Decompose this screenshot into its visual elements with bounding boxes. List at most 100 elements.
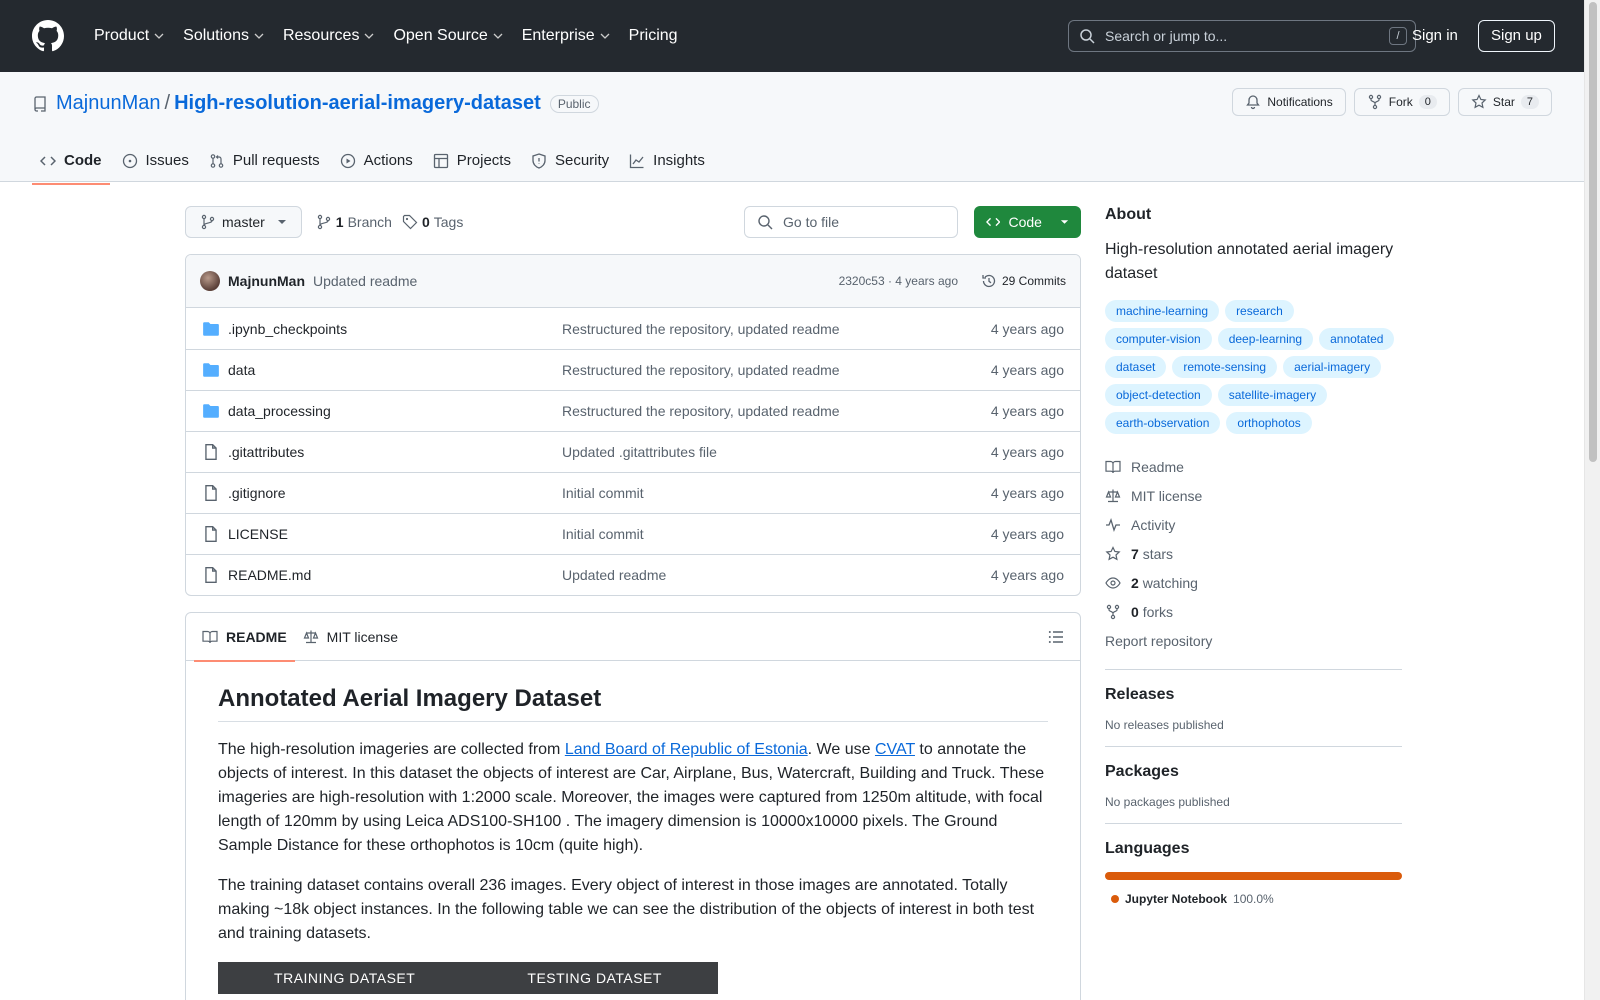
releases-heading[interactable]: Releases: [1105, 686, 1402, 704]
nav-product[interactable]: Product: [86, 19, 173, 53]
stars-link[interactable]: 7 stars: [1105, 539, 1402, 568]
language-color-dot: [1111, 895, 1119, 903]
nav-resources[interactable]: Resources: [275, 19, 383, 53]
go-to-file-input[interactable]: Go to file: [744, 206, 958, 238]
file-commit-link[interactable]: Restructured the repository, updated rea…: [562, 362, 840, 378]
commit-author-link[interactable]: MajnunMan: [228, 273, 305, 289]
sign-up-button[interactable]: Sign up: [1478, 20, 1555, 52]
file-row[interactable]: data_processing Restructured the reposito…: [186, 390, 1080, 431]
license-link[interactable]: MIT license: [1105, 481, 1402, 510]
branches-link[interactable]: 1 Branch: [316, 214, 392, 230]
dataset-table-header: TRAINING DATASET TESTING DATASET: [218, 962, 718, 994]
code-button[interactable]: Code: [974, 206, 1081, 238]
tag-icon: [402, 214, 418, 230]
go-to-file-placeholder: Go to file: [783, 214, 840, 230]
readme-link[interactable]: Readme: [1105, 452, 1402, 481]
star-icon: [1105, 545, 1121, 560]
table-icon: [433, 153, 448, 168]
nav-pricing[interactable]: Pricing: [621, 19, 686, 53]
file-name-link[interactable]: .gitignore: [228, 485, 286, 501]
fork-button[interactable]: Fork 0: [1353, 88, 1450, 116]
file-row[interactable]: data Restructured the repository, updated…: [186, 349, 1080, 390]
page-scrollbar[interactable]: [1584, 0, 1600, 1000]
about-heading: About: [1105, 206, 1152, 223]
license-link-label: MIT license: [1131, 487, 1203, 504]
topic-tag[interactable]: satellite-imagery: [1217, 384, 1328, 406]
land-board-link[interactable]: Land Board of Republic of Estonia: [565, 741, 808, 758]
list-icon[interactable]: [1048, 629, 1064, 645]
tab-license[interactable]: MIT license: [295, 613, 406, 661]
topic-tag[interactable]: earth-observation: [1105, 412, 1221, 434]
tab-actions[interactable]: Actions: [332, 146, 421, 181]
caret-down-icon: [1060, 220, 1069, 224]
search-placeholder: Search or jump to...: [1105, 28, 1228, 44]
file-name-link[interactable]: README.md: [228, 567, 311, 583]
watchers-link[interactable]: 2 watching: [1105, 568, 1402, 597]
tags-link[interactable]: 0 Tags: [402, 214, 463, 230]
star-button[interactable]: Star 7: [1457, 88, 1552, 116]
nav-open-source[interactable]: Open Source: [385, 19, 511, 53]
file-commit-link[interactable]: Updated readme: [562, 567, 666, 583]
file-row[interactable]: .ipynb_checkpoints Restructured the repos…: [186, 308, 1080, 349]
readme-content: Annotated Aerial Imagery Dataset The hig…: [186, 661, 1080, 1000]
file-icon: [205, 526, 217, 542]
packages-heading[interactable]: Packages: [1105, 763, 1402, 781]
topic-tag[interactable]: machine-learning: [1105, 300, 1220, 322]
file-row[interactable]: .gitattributes Updated .gitattributes fil…: [186, 431, 1080, 472]
report-repository-link[interactable]: Report repository: [1105, 626, 1402, 655]
repo-name-link[interactable]: High-resolution-aerial-imagery-dataset: [174, 92, 541, 115]
activity-link[interactable]: Activity: [1105, 510, 1402, 539]
topic-tag[interactable]: deep-learning: [1217, 328, 1314, 350]
topic-tag[interactable]: object-detection: [1105, 384, 1212, 406]
notifications-button[interactable]: Notifications: [1232, 88, 1346, 116]
branch-name: master: [222, 214, 265, 230]
file-row[interactable]: LICENSE Initial commit 4 years ago: [186, 513, 1080, 554]
commit-message-link[interactable]: Updated readme: [313, 273, 417, 289]
stars-count: 7: [1131, 545, 1139, 562]
global-search-input[interactable]: Search or jump to... /: [1068, 20, 1416, 52]
file-name-link[interactable]: .gitattributes: [228, 444, 304, 460]
file-name-link[interactable]: data: [228, 362, 255, 378]
language-item[interactable]: Jupyter Notebook 100.0%: [1111, 892, 1402, 906]
sign-in-link[interactable]: Sign in: [1412, 25, 1458, 46]
topic-tag[interactable]: aerial-imagery: [1283, 356, 1382, 378]
file-commit-link[interactable]: Restructured the repository, updated rea…: [562, 403, 840, 419]
testing-dataset-header: TESTING DATASET: [527, 970, 662, 986]
topic-tag[interactable]: dataset: [1105, 356, 1167, 378]
commit-hash-age[interactable]: 2320c53 · 4 years ago: [839, 274, 958, 288]
file-name-link[interactable]: .ipynb_checkpoints: [228, 321, 347, 337]
scrollbar-thumb[interactable]: [1589, 2, 1597, 462]
tab-issues[interactable]: Issues: [114, 146, 197, 181]
file-row[interactable]: .gitignore Initial commit 4 years ago: [186, 472, 1080, 513]
file-name-link[interactable]: data_processing: [228, 403, 331, 419]
topic-tag[interactable]: remote-sensing: [1172, 356, 1278, 378]
tab-projects[interactable]: Projects: [425, 146, 519, 181]
topic-tag[interactable]: annotated: [1319, 328, 1395, 350]
nav-solutions[interactable]: Solutions: [175, 19, 273, 53]
file-name-link[interactable]: LICENSE: [228, 526, 288, 542]
file-commit-link[interactable]: Initial commit: [562, 485, 644, 501]
cvat-link[interactable]: CVAT: [875, 741, 915, 758]
branch-select[interactable]: master: [185, 206, 302, 238]
file-browser: MajnunMan Updated readme 2320c53 · 4 yea…: [185, 254, 1081, 596]
tab-insights[interactable]: Insights: [621, 146, 713, 181]
topic-tag[interactable]: orthophotos: [1226, 412, 1312, 434]
file-row[interactable]: README.md Updated readme 4 years ago: [186, 554, 1080, 595]
nav-enterprise[interactable]: Enterprise: [514, 19, 619, 53]
tab-code[interactable]: Code: [32, 146, 110, 185]
forks-link[interactable]: 0 forks: [1105, 597, 1402, 626]
file-commit-link[interactable]: Restructured the repository, updated rea…: [562, 321, 840, 337]
topic-tag[interactable]: computer-vision: [1105, 328, 1212, 350]
tab-security[interactable]: Security: [523, 146, 617, 181]
avatar[interactable]: [200, 271, 220, 291]
topic-tag[interactable]: research: [1225, 300, 1294, 322]
github-logo-icon[interactable]: [32, 20, 64, 52]
file-commit-link[interactable]: Updated .gitattributes file: [562, 444, 717, 460]
repo-owner-link[interactable]: MajnunMan: [56, 92, 161, 115]
tab-pull-requests[interactable]: Pull requests: [201, 146, 328, 181]
commits-history-link[interactable]: 29 Commits: [981, 273, 1066, 289]
tab-readme[interactable]: README: [194, 613, 295, 662]
file-commit-link[interactable]: Initial commit: [562, 526, 644, 542]
language-percent: 100.0%: [1233, 892, 1274, 906]
readme-text: The high-resolution imageries are collec…: [218, 741, 565, 758]
